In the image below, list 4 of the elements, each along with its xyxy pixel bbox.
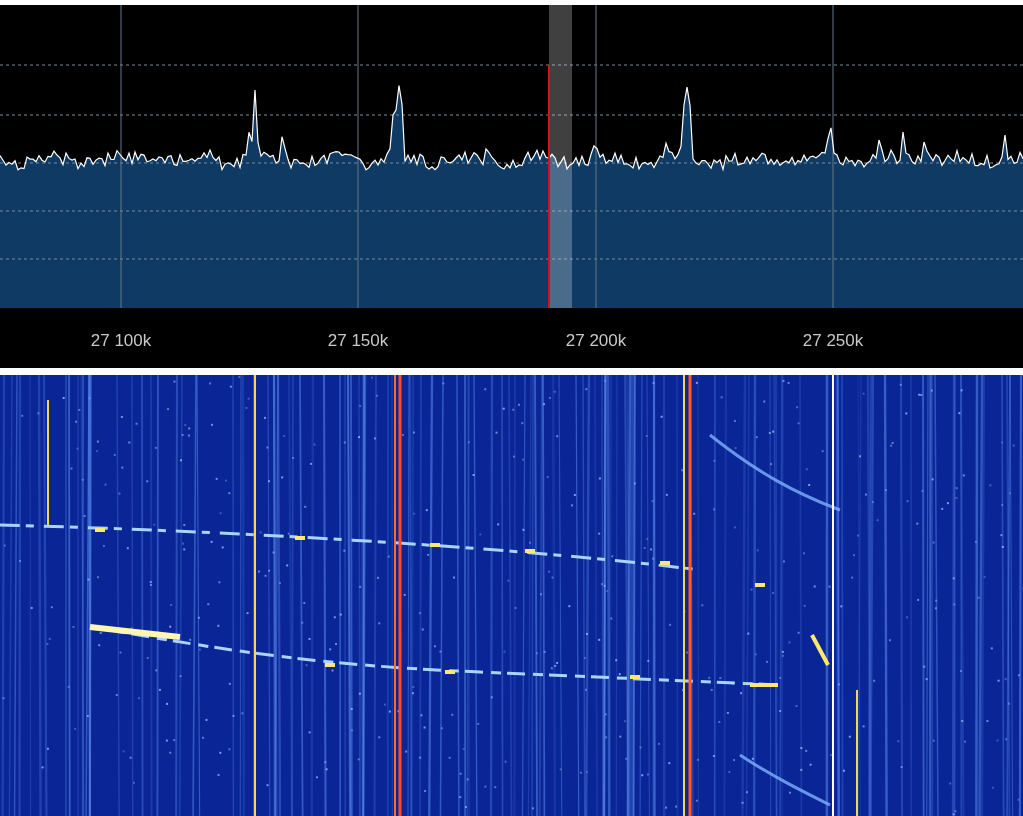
frequency-label: 27 200k — [565, 330, 627, 352]
frequency-label: 27 250k — [802, 330, 864, 352]
frequency-label: 27 150k — [327, 330, 389, 352]
frequency-label: 27 100k — [90, 330, 152, 352]
